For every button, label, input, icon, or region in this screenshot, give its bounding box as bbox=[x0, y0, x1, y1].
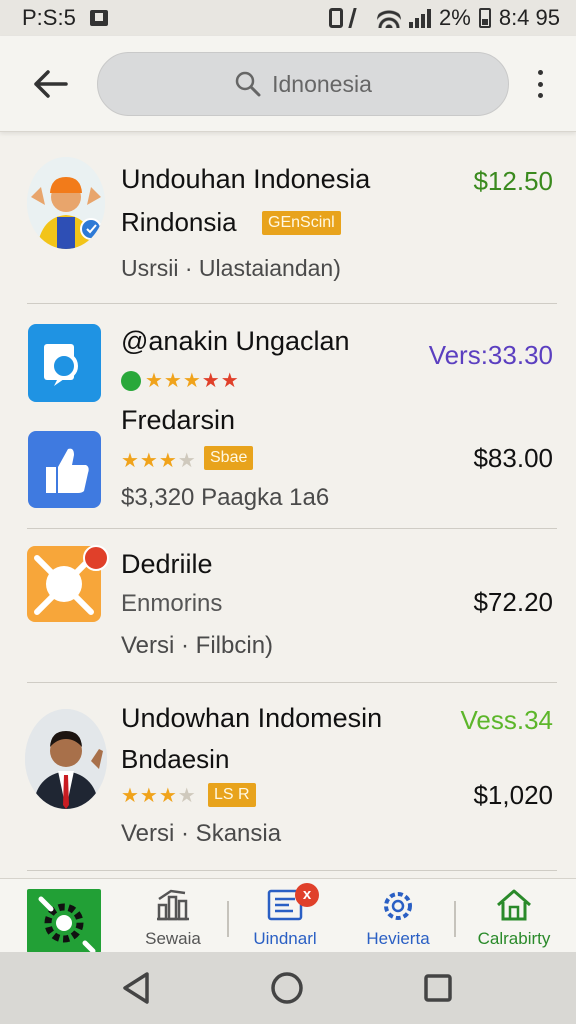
status-left-text: P:S:5 bbox=[22, 5, 76, 30]
back-triangle-icon[interactable] bbox=[117, 968, 157, 1008]
nav-label: Sewaia bbox=[145, 929, 201, 948]
item-tag: Sbae bbox=[204, 446, 254, 470]
chart-icon bbox=[157, 889, 189, 921]
gear-icon bbox=[38, 896, 96, 954]
system-navigation-bar bbox=[0, 952, 576, 1024]
item-price: $12.50 bbox=[473, 166, 553, 196]
list-item[interactable]: Fredarsin ★★★★ Sbae $83.00 $3,320 Paagka… bbox=[0, 399, 576, 529]
dot bbox=[537, 70, 543, 75]
dot bbox=[537, 93, 543, 98]
thumbs-up-app-icon bbox=[28, 431, 101, 508]
close-badge-icon: x bbox=[295, 883, 319, 907]
avatar bbox=[25, 709, 107, 809]
item-title: Dedriile bbox=[121, 549, 213, 579]
notification-icon bbox=[89, 10, 108, 26]
list-item[interactable]: @anakin Ungaclan Vers:33.30 ★★★★★ bbox=[0, 304, 576, 402]
item-meta: Usrsii · Ulastaiandan) bbox=[121, 255, 341, 281]
more-options-button[interactable] bbox=[528, 66, 552, 102]
rating-stars: ★★★★★ bbox=[145, 370, 240, 392]
recents-square-icon[interactable] bbox=[418, 968, 458, 1008]
search-query: Idnonesia bbox=[272, 70, 372, 97]
gear-icon bbox=[384, 892, 412, 920]
item-subtitle: Rindonsia bbox=[121, 207, 237, 237]
nav-separator bbox=[227, 901, 229, 937]
item-meta: $3,320 Paagka 1a6 bbox=[121, 484, 330, 511]
home-circle-icon[interactable] bbox=[267, 968, 307, 1008]
verified-icon bbox=[121, 371, 141, 391]
wifi-icon bbox=[377, 8, 402, 28]
status-bar: P:S:5 2% 8:4 95 bbox=[0, 0, 576, 36]
item-title: Undowhan Indomesin bbox=[121, 703, 383, 733]
signal-icon bbox=[409, 8, 432, 28]
battery-icon bbox=[478, 8, 491, 28]
nav-item-uindnarl[interactable]: Uindnarl x bbox=[245, 879, 325, 953]
settings-fab-button[interactable] bbox=[27, 889, 101, 954]
divider bbox=[27, 870, 557, 871]
nav-label: Calrabirty bbox=[477, 929, 551, 948]
item-meta: Versi · Filbcin) bbox=[121, 632, 274, 659]
back-button[interactable] bbox=[22, 56, 78, 112]
item-tag: GEnScinl bbox=[262, 211, 341, 235]
item-version: Vess.34 bbox=[460, 705, 553, 735]
notification-badge bbox=[83, 545, 109, 571]
home-icon bbox=[497, 889, 531, 921]
list-item[interactable]: Dedriile Enmorins $72.20 Versi · Filbcin… bbox=[0, 529, 576, 683]
item-price: $1,020 bbox=[473, 780, 553, 810]
search-icon bbox=[235, 71, 261, 97]
results-list: Undouhan Indonesia $12.50 Rindonsia GEnS… bbox=[0, 133, 576, 878]
item-meta: Versi · Skansia bbox=[121, 820, 282, 847]
item-title: Undouhan Indonesia bbox=[121, 164, 371, 194]
nav-separator bbox=[454, 901, 456, 937]
item-price: $83.00 bbox=[473, 443, 553, 473]
rating-stars: ★★★★ bbox=[121, 785, 197, 807]
list-item[interactable]: Undouhan Indonesia $12.50 Rindonsia GEnS… bbox=[0, 133, 576, 304]
bottom-navigation: Sewaia Uindnarl x Hevierta Calrabirty bbox=[0, 878, 576, 954]
item-version: Vers:33.30 bbox=[428, 340, 553, 370]
chat-app-icon bbox=[28, 324, 101, 402]
nav-item-sewaia[interactable]: Sewaia bbox=[134, 879, 212, 953]
status-time: 8:4 95 bbox=[498, 5, 560, 30]
dot bbox=[537, 81, 543, 87]
arrow-left-icon bbox=[34, 69, 68, 98]
item-title: Fredarsin bbox=[121, 405, 236, 435]
list-item[interactable]: Undowhan Indomesin Vess.34 Bndaesin ★★★★… bbox=[0, 683, 576, 873]
item-tag: LS R bbox=[208, 783, 256, 807]
avatar bbox=[27, 157, 105, 249]
item-price: $72.20 bbox=[473, 587, 553, 617]
top-app-bar: Idnonesia bbox=[0, 36, 576, 132]
item-subtitle: Bndaesin bbox=[121, 744, 230, 774]
nav-item-hevierta[interactable]: Hevierta bbox=[356, 879, 440, 953]
rating-stars: ★★★★ bbox=[121, 450, 197, 472]
man-avatar-image bbox=[25, 709, 107, 809]
mute-icon bbox=[348, 8, 372, 28]
nav-label: Hevierta bbox=[366, 929, 430, 948]
nav-label: Uindnarl bbox=[253, 929, 317, 948]
worker-avatar-image bbox=[27, 157, 105, 249]
item-title: @anakin Ungaclan bbox=[121, 326, 350, 356]
vibrate-icon bbox=[329, 8, 344, 28]
item-subtitle: Enmorins bbox=[121, 590, 223, 617]
nav-item-calrabirty[interactable]: Calrabirty bbox=[470, 879, 558, 953]
battery-percent: 2% bbox=[439, 5, 471, 30]
search-field[interactable]: Idnonesia bbox=[97, 52, 509, 116]
